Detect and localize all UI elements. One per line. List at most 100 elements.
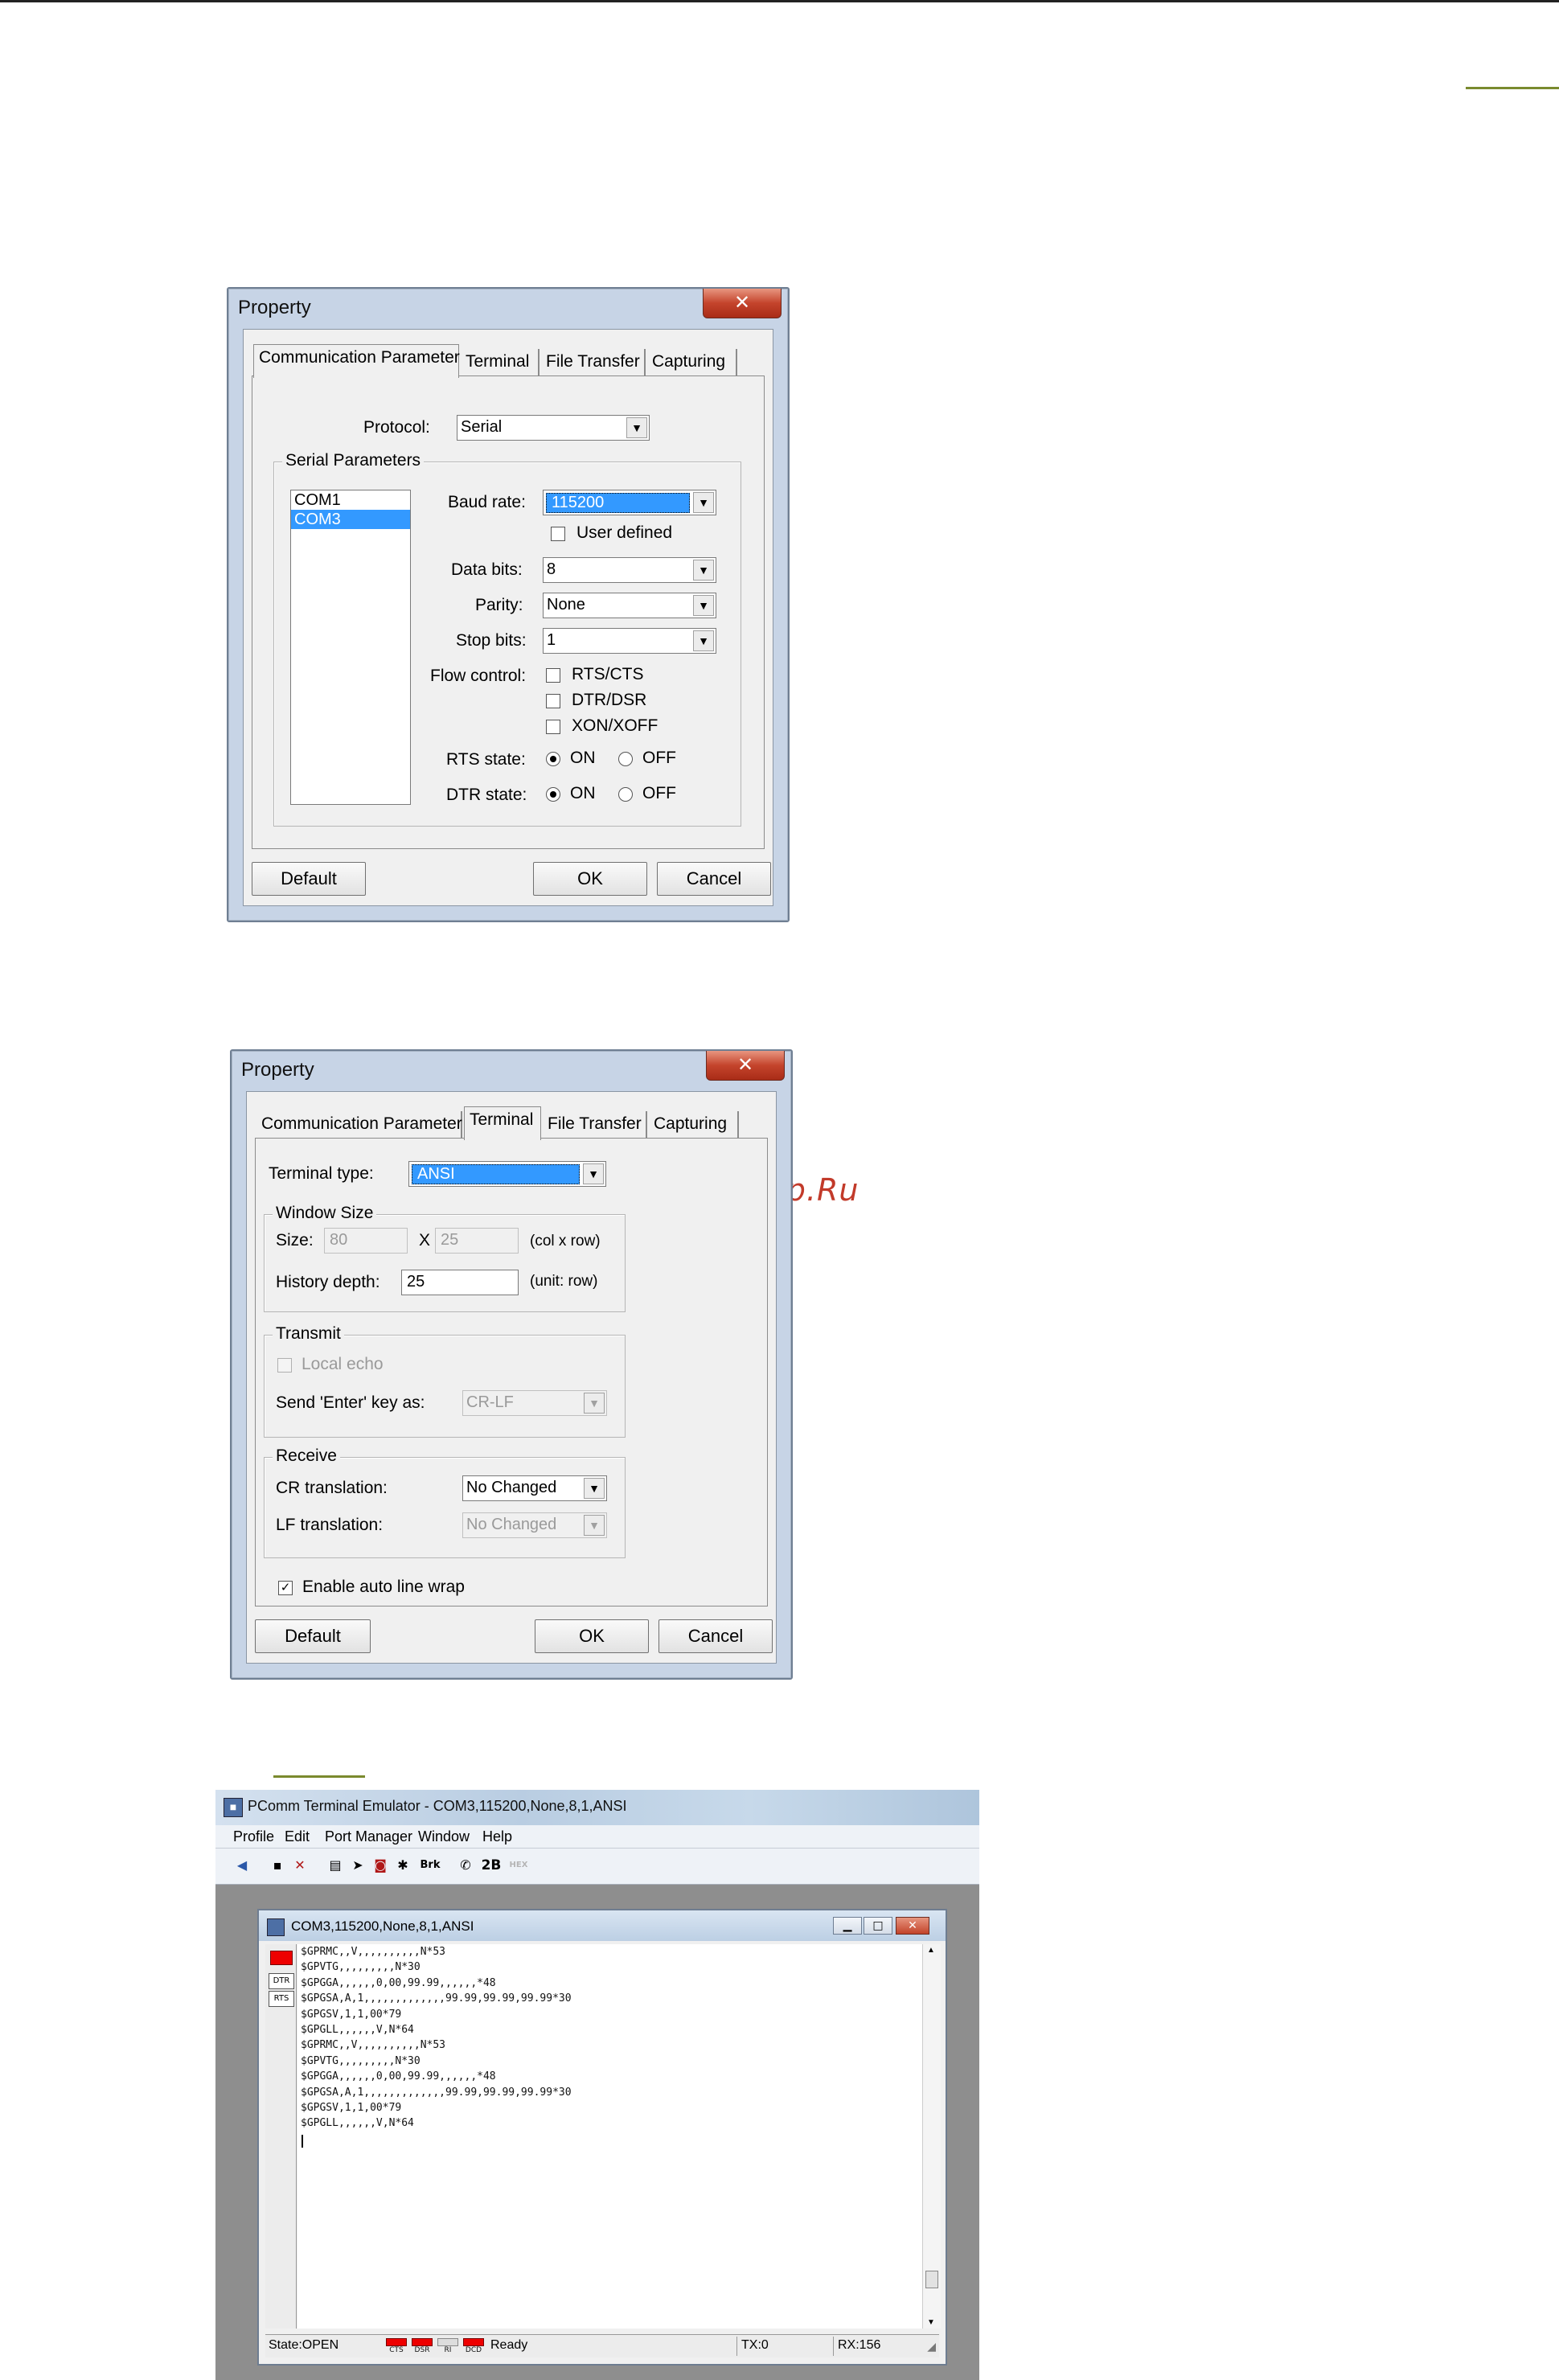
- caption-accent-line: [273, 1775, 365, 1778]
- terminal-line: $GPGGA,,,,,,0,00,99.99,,,,,,*48: [301, 2070, 496, 2083]
- transfer-icon[interactable]: ➤: [347, 1855, 368, 1876]
- tab-terminal[interactable]: Terminal: [461, 349, 539, 376]
- chevron-down-icon[interactable]: ▼: [626, 417, 647, 438]
- dtr-dsr-label: DTR/DSR: [572, 691, 647, 709]
- cancel-button[interactable]: Cancel: [658, 1619, 773, 1653]
- resize-grip-icon[interactable]: ◢: [927, 2340, 936, 2353]
- close-button[interactable]: ✕: [703, 289, 782, 318]
- size-cols-input[interactable]: 80: [324, 1228, 408, 1254]
- baud-rate-select[interactable]: 115200 ▼: [543, 490, 716, 515]
- port-item-com3[interactable]: COM3: [291, 510, 410, 529]
- flow-control-label: Flow control:: [430, 667, 527, 685]
- ok-button[interactable]: OK: [533, 862, 647, 896]
- stop-bits-label: Stop bits:: [456, 631, 527, 650]
- ri-indicator: RI: [437, 2338, 458, 2354]
- dialog-title: Property: [241, 1059, 314, 1081]
- tab-capturing[interactable]: Capturing: [649, 1111, 739, 1139]
- dtr-on-radio[interactable]: [546, 787, 560, 802]
- port-item-com1[interactable]: COM1: [291, 490, 410, 510]
- chevron-down-icon[interactable]: ▼: [693, 492, 714, 513]
- auto-line-wrap-checkbox[interactable]: ✓: [278, 1581, 293, 1595]
- chevron-down-icon[interactable]: ▼: [584, 1478, 605, 1499]
- data-bits-select[interactable]: 8 ▼: [543, 557, 716, 583]
- tab-terminal[interactable]: Terminal: [464, 1106, 541, 1140]
- terminal-line: $GPRMC,,V,,,,,,,,,,N*53: [301, 2039, 446, 2052]
- menu-help[interactable]: Help: [482, 1828, 512, 1845]
- rts-on-radio[interactable]: [546, 752, 560, 766]
- parity-select[interactable]: None ▼: [543, 593, 716, 618]
- break-button[interactable]: Brk: [416, 1855, 444, 1876]
- menu-profile[interactable]: Profile: [233, 1828, 274, 1845]
- capture-icon[interactable]: ◙: [370, 1855, 391, 1876]
- lf-translation-value: No Changed: [466, 1516, 557, 1533]
- size-rows-input[interactable]: 25: [435, 1228, 519, 1254]
- save-icon[interactable]: ▪: [267, 1855, 288, 1876]
- scroll-thumb[interactable]: [925, 2271, 938, 2288]
- script-icon[interactable]: ✱: [392, 1855, 413, 1876]
- 2b-button[interactable]: 2B: [479, 1855, 503, 1876]
- serial-parameters-title: Serial Parameters: [282, 451, 425, 470]
- ok-button[interactable]: OK: [535, 1619, 649, 1653]
- tab-file-transfer[interactable]: File Transfer: [541, 349, 646, 376]
- dtr-off-radio[interactable]: [618, 787, 633, 802]
- terminal-line: $GPGSV,1,1,00*79: [301, 2008, 402, 2021]
- dtr-toggle[interactable]: DTR: [269, 1973, 294, 1989]
- rts-off-radio[interactable]: [618, 752, 633, 766]
- tab-communication-parameter[interactable]: Communication Parameter: [256, 1111, 462, 1139]
- chevron-down-icon[interactable]: ▼: [584, 1393, 605, 1414]
- local-echo-checkbox[interactable]: [277, 1358, 292, 1373]
- terminal-line: $GPGSA,A,1,,,,,,,,,,,,,99.99,99.99,99.99…: [301, 1992, 572, 2005]
- menu-port-manager[interactable]: Port Manager: [325, 1828, 412, 1845]
- open-icon[interactable]: ◀: [232, 1855, 252, 1876]
- maximize-icon[interactable]: □: [864, 1917, 892, 1935]
- tab-capturing[interactable]: Capturing: [647, 349, 737, 376]
- xon-xoff-label: XON/XOFF: [572, 716, 658, 735]
- status-bar: State:OPEN CTS DSR RI DCD Ready TX:0 RX:…: [265, 2334, 939, 2357]
- default-button[interactable]: Default: [255, 1619, 371, 1653]
- rts-toggle[interactable]: RTS: [269, 1991, 294, 2007]
- close-icon[interactable]: ✕: [896, 1917, 929, 1935]
- vertical-scrollbar[interactable]: ▲ ▼: [922, 1944, 941, 2329]
- close-file-icon[interactable]: ✕: [289, 1855, 310, 1876]
- tab-communication-parameter[interactable]: Communication Parameter: [253, 344, 460, 378]
- port-list[interactable]: COM1 COM3: [290, 490, 411, 805]
- default-button[interactable]: Default: [252, 862, 366, 896]
- receive-group: Receive CR translation: No Changed ▼ LF …: [264, 1446, 626, 1558]
- tab-panel: Protocol: Serial ▼ Serial Parameters COM…: [252, 375, 765, 849]
- menu-window[interactable]: Window: [418, 1828, 470, 1845]
- history-depth-input[interactable]: 25: [401, 1270, 519, 1295]
- menu-edit[interactable]: Edit: [285, 1828, 310, 1845]
- chevron-down-icon[interactable]: ▼: [584, 1515, 605, 1536]
- window-title: PComm Terminal Emulator - COM3,115200,No…: [248, 1798, 627, 1814]
- lf-translation-select[interactable]: No Changed ▼: [462, 1512, 607, 1538]
- dial-icon[interactable]: ✆: [455, 1855, 476, 1876]
- status-led: [270, 1951, 293, 1965]
- properties-icon[interactable]: ▤: [325, 1855, 346, 1876]
- scroll-up-icon[interactable]: ▲: [927, 1946, 935, 1955]
- protocol-select[interactable]: Serial ▼: [457, 415, 650, 441]
- close-button[interactable]: ✕: [706, 1051, 785, 1081]
- terminal-type-select[interactable]: ANSI ▼: [408, 1161, 606, 1187]
- send-enter-select[interactable]: CR-LF ▼: [462, 1390, 607, 1416]
- chevron-down-icon[interactable]: ▼: [693, 630, 714, 651]
- tab-file-transfer[interactable]: File Transfer: [543, 1111, 647, 1139]
- rts-cts-checkbox[interactable]: [546, 668, 560, 683]
- scroll-down-icon[interactable]: ▼: [927, 2318, 935, 2327]
- xon-xoff-checkbox[interactable]: [546, 720, 560, 734]
- terminal-line: $GPGGA,,,,,,0,00,99.99,,,,,,*48: [301, 1976, 496, 1989]
- cancel-button[interactable]: Cancel: [657, 862, 771, 896]
- minimize-icon[interactable]: ▁: [833, 1917, 862, 1935]
- chevron-down-icon[interactable]: ▼: [693, 560, 714, 581]
- cr-translation-select[interactable]: No Changed ▼: [462, 1475, 607, 1501]
- terminal-line: $GPGSA,A,1,,,,,,,,,,,,,99.99,99.99,99.99…: [301, 2086, 572, 2099]
- chevron-down-icon[interactable]: ▼: [693, 595, 714, 616]
- rts-off-label: OFF: [642, 749, 676, 767]
- hex-button[interactable]: HEX: [507, 1855, 531, 1876]
- parity-value: None: [547, 596, 585, 613]
- chevron-down-icon[interactable]: ▼: [583, 1163, 604, 1184]
- size-unit-label: (col x row): [530, 1233, 601, 1250]
- stop-bits-select[interactable]: 1 ▼: [543, 628, 716, 654]
- dtr-dsr-checkbox[interactable]: [546, 694, 560, 708]
- terminal-output[interactable]: $GPRMC,,V,,,,,,,,,,N*53 $GPVTG,,,,,,,,,N*…: [297, 1944, 925, 2329]
- user-defined-checkbox[interactable]: [551, 527, 565, 541]
